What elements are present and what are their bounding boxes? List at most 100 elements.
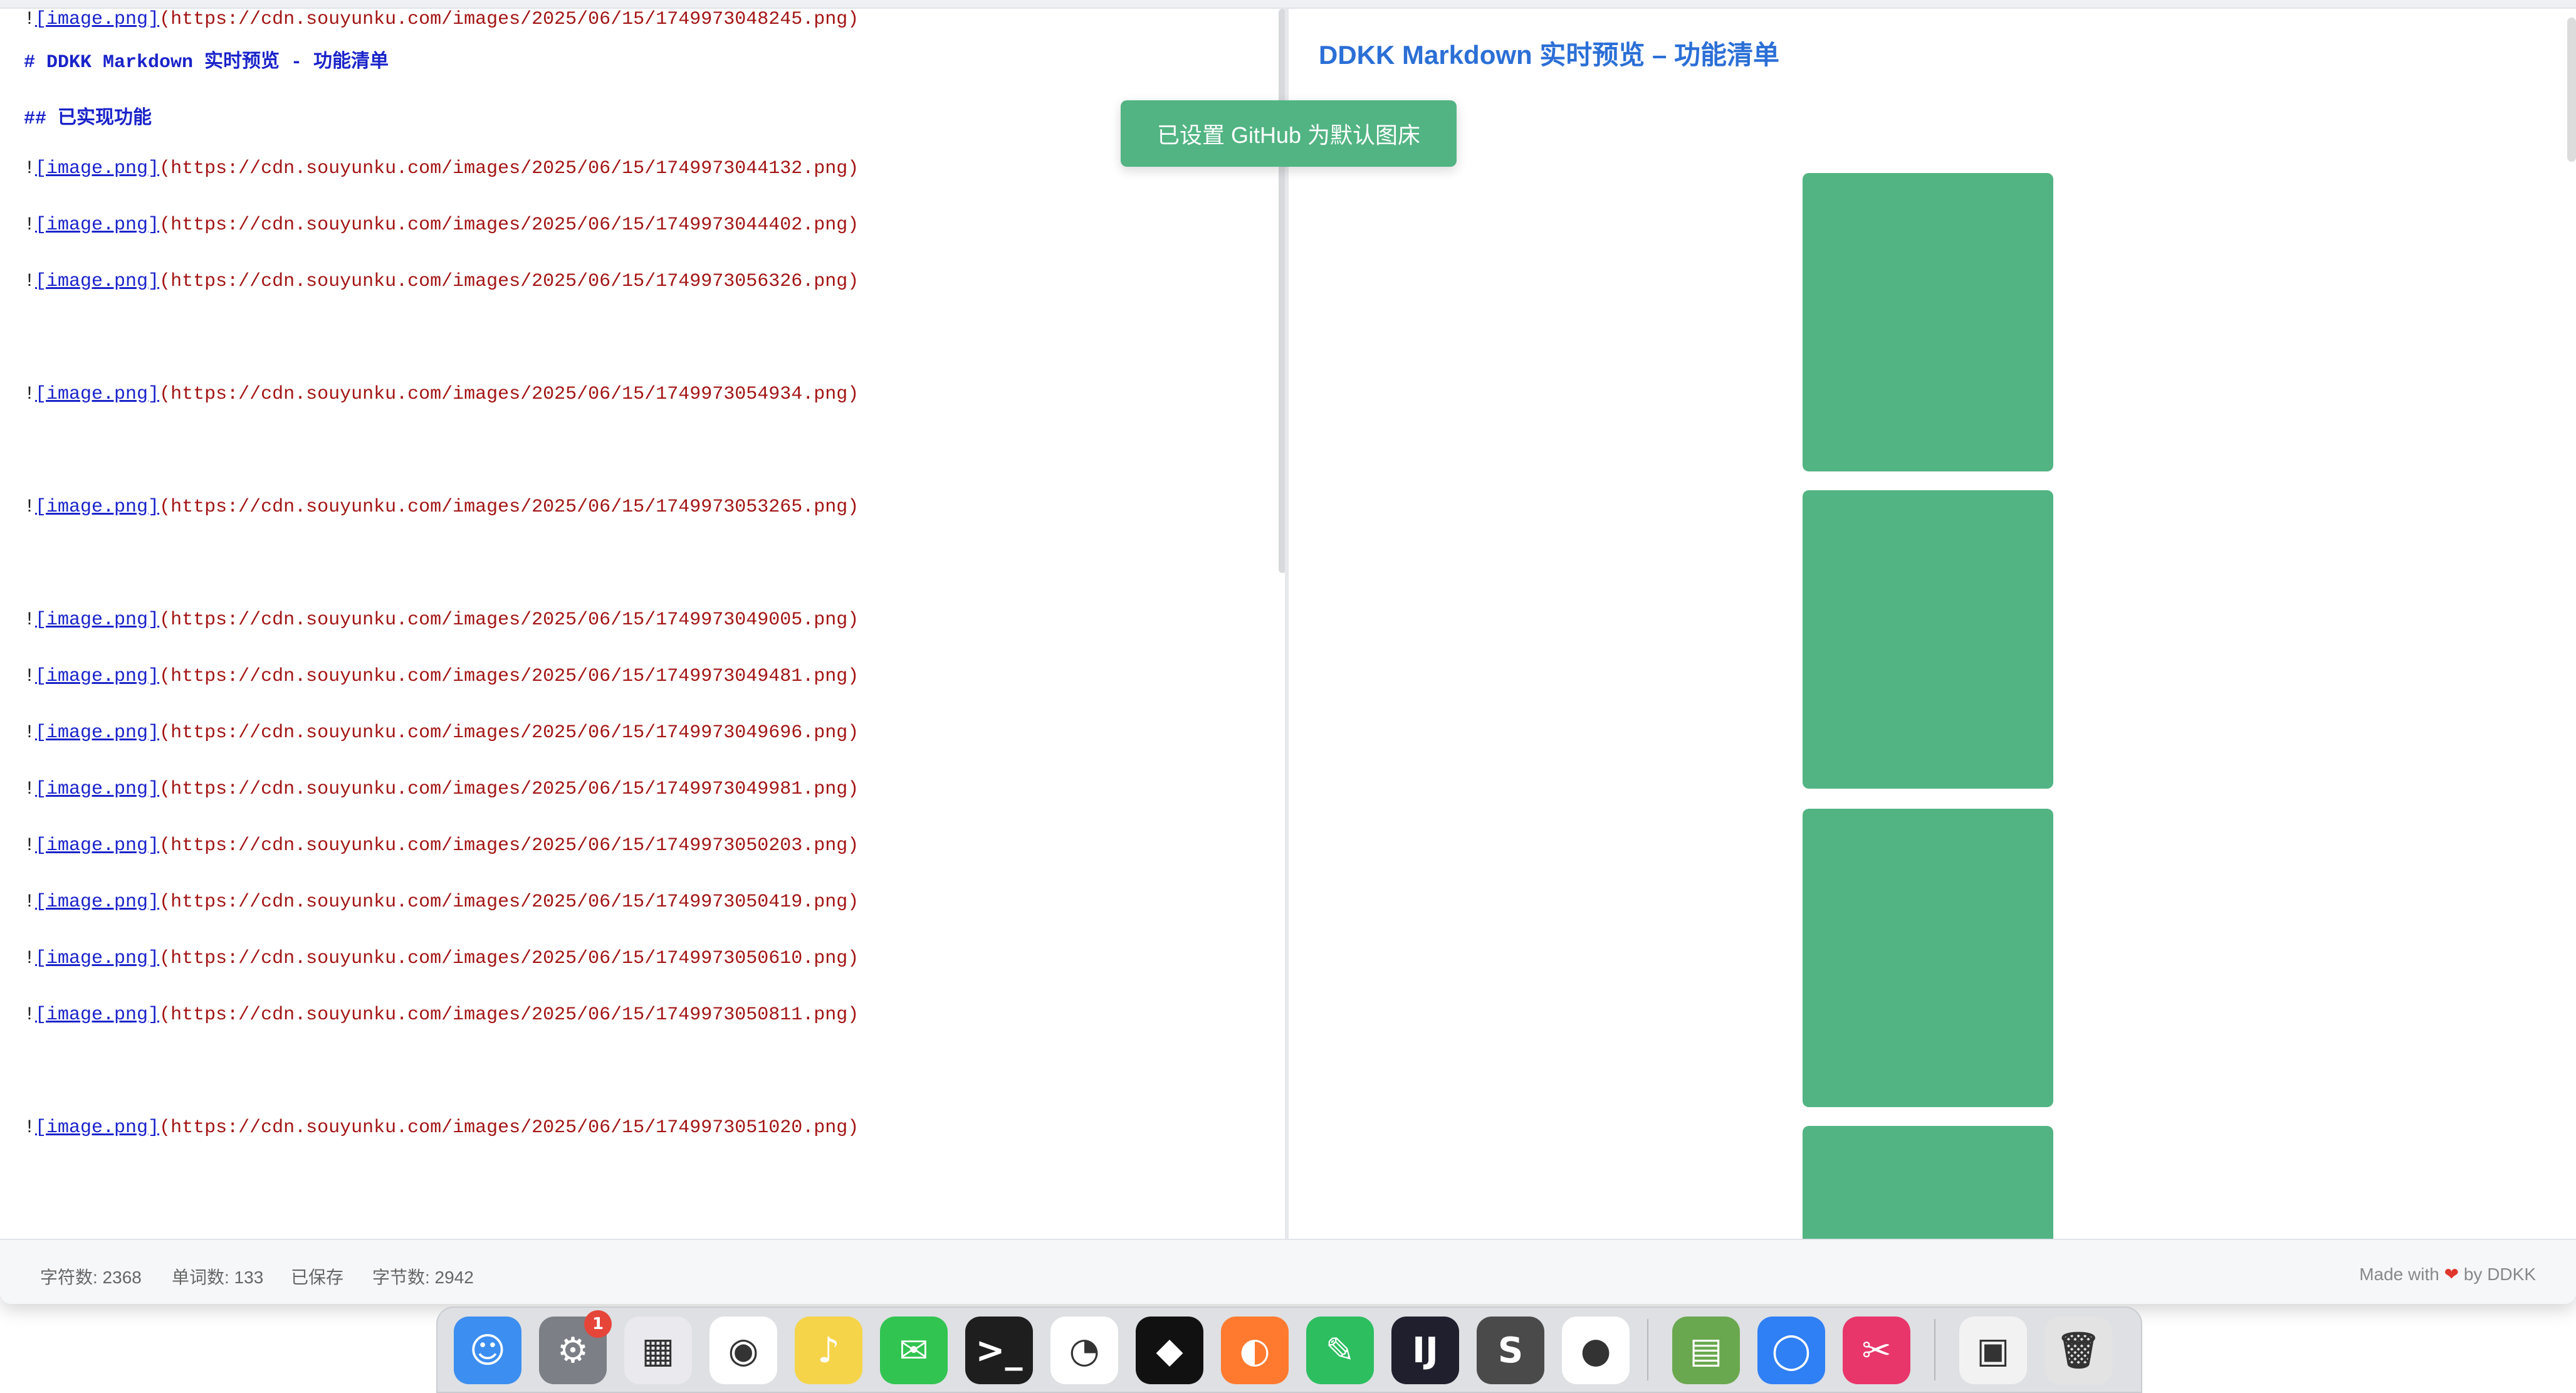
- editor-image-line: ![image.png](https://cdn.souyunku.com/im…: [24, 779, 859, 800]
- image-bang: !: [24, 214, 36, 236]
- image-alt-link[interactable]: [image.png]: [35, 835, 159, 856]
- qq-icon[interactable]: ●: [1562, 1317, 1630, 1384]
- char-count: 字符数: 2368: [40, 1268, 142, 1287]
- preview-heading: DDKK Markdown 实时预览 – 功能清单: [1319, 40, 1780, 70]
- preview-scrollbar[interactable]: [2567, 18, 2576, 162]
- preview-image: [1803, 173, 2053, 471]
- image-alt-link[interactable]: [image.png]: [35, 948, 159, 969]
- editor-image-line: ![image.png](https://cdn.souyunku.com/im…: [24, 835, 859, 856]
- image-bang: !: [24, 891, 36, 913]
- word-count: 单词数: 133: [172, 1268, 264, 1287]
- editor-image-line: ![image.png](https://cdn.souyunku.com/im…: [24, 1117, 859, 1138]
- terminal-icon[interactable]: >_: [965, 1317, 1033, 1384]
- preview-image: [1803, 809, 2053, 1107]
- rar-archiver-icon[interactable]: ▤: [1672, 1317, 1740, 1384]
- editor-image-line: ![image.png](https://cdn.souyunku.com/im…: [24, 891, 859, 913]
- launchpad-icon[interactable]: ▦: [624, 1317, 692, 1384]
- image-alt-link[interactable]: [image.png]: [35, 1117, 159, 1138]
- credits-prefix: Made with: [2359, 1264, 2439, 1284]
- editor-heading-line: ## 已实现功能: [24, 108, 152, 130]
- chrome-icon[interactable]: ◉: [709, 1317, 777, 1384]
- image-alt-link[interactable]: [image.png]: [35, 9, 159, 30]
- image-url: (https://cdn.souyunku.com/images/2025/06…: [159, 891, 859, 913]
- image-alt-link[interactable]: [image.png]: [35, 891, 159, 913]
- image-bang: !: [24, 271, 36, 292]
- image-url: (https://cdn.souyunku.com/images/2025/06…: [159, 384, 859, 405]
- image-url: (https://cdn.souyunku.com/images/2025/06…: [159, 835, 859, 856]
- macos-dock: ☺ ⚙ 1 ▦ ◉ ♪ ✉ >_ ◔ ◆ ◐ ✎ IJ S ● ▤ ◯ ✂ ▣ 🗑: [436, 1306, 2142, 1393]
- image-bang: !: [24, 948, 36, 969]
- image-bang: !: [24, 1117, 36, 1138]
- intellij-icon[interactable]: IJ: [1391, 1317, 1459, 1384]
- image-bang: !: [24, 666, 36, 687]
- image-alt-link[interactable]: [image.png]: [35, 722, 159, 744]
- image-url: (https://cdn.souyunku.com/images/2025/06…: [159, 1117, 859, 1138]
- editor-image-line: ![image.png](https://cdn.souyunku.com/im…: [24, 158, 859, 179]
- image-url: (https://cdn.souyunku.com/images/2025/06…: [159, 1004, 859, 1026]
- image-alt-link[interactable]: [image.png]: [35, 666, 159, 687]
- image-bang: !: [24, 779, 36, 800]
- image-url: (https://cdn.souyunku.com/images/2025/06…: [159, 609, 859, 631]
- status-bar: 字符数: 2368 单词数: 133 已保存 字节数: 2942 Made wi…: [0, 1239, 2576, 1304]
- image-alt-link[interactable]: [image.png]: [35, 158, 159, 179]
- image-url: (https://cdn.souyunku.com/images/2025/06…: [159, 158, 859, 179]
- image-bang: !: [24, 609, 36, 631]
- image-url: (https://cdn.souyunku.com/images/2025/06…: [159, 722, 859, 744]
- image-bang: !: [24, 384, 36, 405]
- image-url: (https://cdn.souyunku.com/images/2025/06…: [159, 666, 859, 687]
- image-bang: !: [24, 158, 36, 179]
- kuaitie-icon[interactable]: ✂: [1843, 1317, 1910, 1384]
- image-alt-link[interactable]: [image.png]: [35, 1004, 159, 1026]
- firefox-icon[interactable]: ◐: [1221, 1317, 1289, 1384]
- image-alt-link[interactable]: [image.png]: [35, 609, 159, 631]
- downloads-stack-icon[interactable]: ▣: [1959, 1317, 2027, 1384]
- wechat-icon[interactable]: ✉: [880, 1317, 948, 1384]
- signal-icon[interactable]: ◯: [1757, 1317, 1825, 1384]
- image-url: (https://cdn.souyunku.com/images/2025/06…: [159, 779, 859, 800]
- window-top-edge: [0, 0, 2576, 9]
- system-settings-icon[interactable]: ⚙ 1: [539, 1310, 612, 1384]
- markdown-editor[interactable]: # DDKK Markdown 实时预览 - 功能清单 ## 已实现功能 ![ima…: [0, 9, 1285, 1239]
- sublime-text-icon[interactable]: S: [1477, 1317, 1544, 1384]
- cube-app-icon[interactable]: ◆: [1136, 1317, 1203, 1384]
- image-alt-link[interactable]: [image.png]: [35, 214, 159, 236]
- preview-image: [1803, 1126, 2053, 1239]
- image-bang: !: [24, 722, 36, 744]
- image-bang: !: [24, 497, 36, 518]
- image-bang: !: [24, 835, 36, 856]
- editor-image-line: ![image.png](https://cdn.souyunku.com/im…: [24, 384, 859, 405]
- image-alt-link[interactable]: [image.png]: [35, 271, 159, 292]
- image-alt-link[interactable]: [image.png]: [35, 779, 159, 800]
- credits: Made with ❤ by DDKK: [2359, 1264, 2536, 1285]
- dock-separator: [1934, 1319, 1935, 1380]
- editor-image-line: ![image.png](https://cdn.souyunku.com/im…: [24, 497, 859, 518]
- editor-image-line: ![image.png](https://cdn.souyunku.com/im…: [24, 214, 859, 236]
- editor-image-line: ![image.png](https://cdn.souyunku.com/im…: [24, 666, 859, 687]
- image-url: (https://cdn.souyunku.com/images/2025/06…: [159, 214, 859, 236]
- image-url: (https://cdn.souyunku.com/images/2025/06…: [159, 948, 859, 969]
- preview-image: [1803, 490, 2053, 789]
- image-alt-link[interactable]: [image.png]: [35, 497, 159, 518]
- editor-image-line: ![image.png](https://cdn.souyunku.com/im…: [24, 948, 859, 969]
- byte-count: 字节数: 2942: [372, 1268, 474, 1287]
- heart-icon: ❤: [2444, 1264, 2459, 1284]
- qq-music-icon[interactable]: ♪: [795, 1317, 862, 1384]
- save-status: 已保存: [291, 1268, 344, 1287]
- markdown-app-window: # DDKK Markdown 实时预览 - 功能清单 ## 已实现功能 ![ima…: [0, 0, 2576, 1304]
- evernote-icon[interactable]: ✎: [1306, 1317, 1374, 1384]
- image-alt-link[interactable]: [image.png]: [35, 384, 159, 405]
- image-url: (https://cdn.souyunku.com/images/2025/06…: [159, 271, 859, 292]
- image-url: (https://cdn.souyunku.com/images/2025/06…: [159, 9, 859, 30]
- editor-image-line: ![image.png](https://cdn.souyunku.com/im…: [24, 722, 859, 744]
- editor-heading-line: # DDKK Markdown 实时预览 - 功能清单: [24, 52, 389, 73]
- toast-notification: 已设置 GitHub 为默认图床: [1121, 100, 1457, 167]
- image-bang: !: [24, 9, 36, 30]
- image-bang: !: [24, 1004, 36, 1026]
- screen-recorder-icon[interactable]: ◔: [1050, 1317, 1118, 1384]
- finder-icon[interactable]: ☺: [454, 1317, 521, 1384]
- trash-icon[interactable]: 🗑: [2045, 1317, 2112, 1384]
- dock-separator: [1647, 1319, 1648, 1380]
- editor-image-line: ![image.png](https://cdn.souyunku.com/im…: [24, 9, 859, 30]
- editor-image-line: ![image.png](https://cdn.souyunku.com/im…: [24, 1004, 859, 1026]
- notification-badge: 1: [584, 1310, 612, 1338]
